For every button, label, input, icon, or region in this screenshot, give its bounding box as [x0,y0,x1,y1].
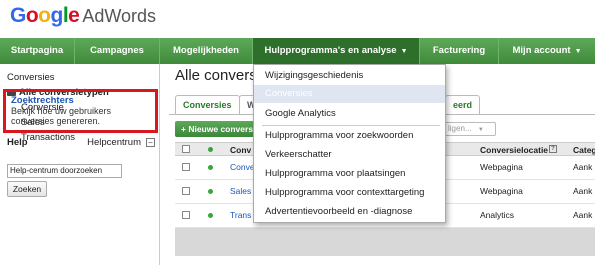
menu-item-plaatsingen[interactable]: Hulpprogramma voor plaatsingen [254,165,445,183]
select-all-checkbox[interactable] [182,145,190,153]
conversion-name-link[interactable]: Trans [230,210,251,220]
logo-letter: g [50,4,64,27]
zoektrechters-description: Bekijk hoe uw gebruikers conversies gene… [11,106,112,126]
new-conversion-button[interactable]: + Nieuwe convers [175,121,260,137]
zoektrechters-link[interactable]: Zoektrechters [11,95,150,106]
caret-down-icon: ▼ [477,127,484,133]
google-adwords-logo[interactable]: Google AdWords [10,4,156,28]
nav-hulpprogrammas[interactable]: Hulpprogramma's en analyse ▼ [253,38,420,64]
filter-placeholder: ligen... [448,124,472,133]
row-checkbox[interactable] [182,163,190,171]
menu-item-verkeerschatter[interactable]: Verkeerschatter [254,146,445,164]
row-checkbox[interactable] [182,211,190,219]
sidebar-section-title[interactable]: Conversies [7,70,152,85]
logo-letter: G [10,4,26,27]
main-nav: Startpagina Campagnes Mogelijkheden Hulp… [0,38,595,64]
conversion-name-link[interactable]: Sales [230,186,251,196]
column-header-location[interactable]: Conversielocatie [480,145,548,155]
tab-conversies[interactable]: Conversies [175,95,240,115]
menu-item-conversies[interactable]: Conversies [254,85,445,103]
menu-item-contexttargeting[interactable]: Hulpprogramma voor contexttargeting [254,184,445,202]
conversion-category: Aank [573,210,593,220]
column-header-category[interactable]: Categ [573,145,595,155]
nav-label: Mijn account [512,45,571,56]
status-dot-icon [208,165,213,170]
nav-mogelijkheden[interactable]: Mogelijkheden [160,38,253,64]
menu-item-zoekwoorden[interactable]: Hulpprogramma voor zoekwoorden [254,127,445,145]
help-center-link[interactable]: Helpcentrum [87,137,141,148]
menu-item-advertentievoorbeeld[interactable]: Advertentievoorbeeld en -diagnose [254,203,445,221]
menu-item-google-analytics[interactable]: Google Analytics [254,105,445,123]
status-dot-icon [208,189,213,194]
help-title: Help [7,137,28,148]
nav-startpagina[interactable]: Startpagina [0,38,75,64]
status-dot-icon [208,147,213,152]
help-center: Helpcentrum − [87,137,155,148]
table-footer [175,228,595,256]
nav-facturering[interactable]: Facturering [420,38,499,64]
row-checkbox[interactable] [182,187,190,195]
conversion-location: Analytics [480,210,515,220]
menu-separator [262,125,440,126]
caret-down-icon: ▼ [400,48,408,55]
collapse-icon[interactable]: − [146,138,155,147]
hulpprogrammas-dropdown-menu: Wijzigingsgeschiedenis Conversies Google… [253,64,446,223]
header: Google AdWords [0,0,595,38]
help-search-button[interactable]: Zoeken [7,181,47,197]
menu-item-wijzigingsgeschiedenis[interactable]: Wijzigingsgeschiedenis [254,67,445,85]
caret-down-icon: ▼ [574,48,582,55]
product-name: AdWords [82,6,157,26]
tab-partial-right[interactable]: eerd [445,95,481,115]
status-dot-icon [208,213,213,218]
conversion-category: Aank [573,186,593,196]
conversion-location: Webpagina [480,186,523,196]
help-search-input[interactable]: Help-centrum doorzoeken [7,164,122,178]
help-section-header: Help Helpcentrum − [7,137,155,148]
conversion-location: Webpagina [480,162,523,172]
nav-label: Hulpprogramma's en analyse [264,45,397,56]
nav-campagnes[interactable]: Campagnes [75,38,160,64]
conversion-category: Aank [573,162,593,172]
logo-letter: o [25,4,39,27]
column-header-name[interactable]: Conv [230,145,251,155]
logo-letter: o [38,4,51,27]
help-icon[interactable]: ? [549,145,557,153]
zoektrechters-highlight: Zoektrechters Bekijk hoe uw gebruikers c… [3,89,158,133]
filter-select[interactable]: ligen... ▼ [444,122,496,136]
logo-letter: e [68,4,80,27]
nav-mijn-account[interactable]: Mijn account ▼ [499,38,595,64]
